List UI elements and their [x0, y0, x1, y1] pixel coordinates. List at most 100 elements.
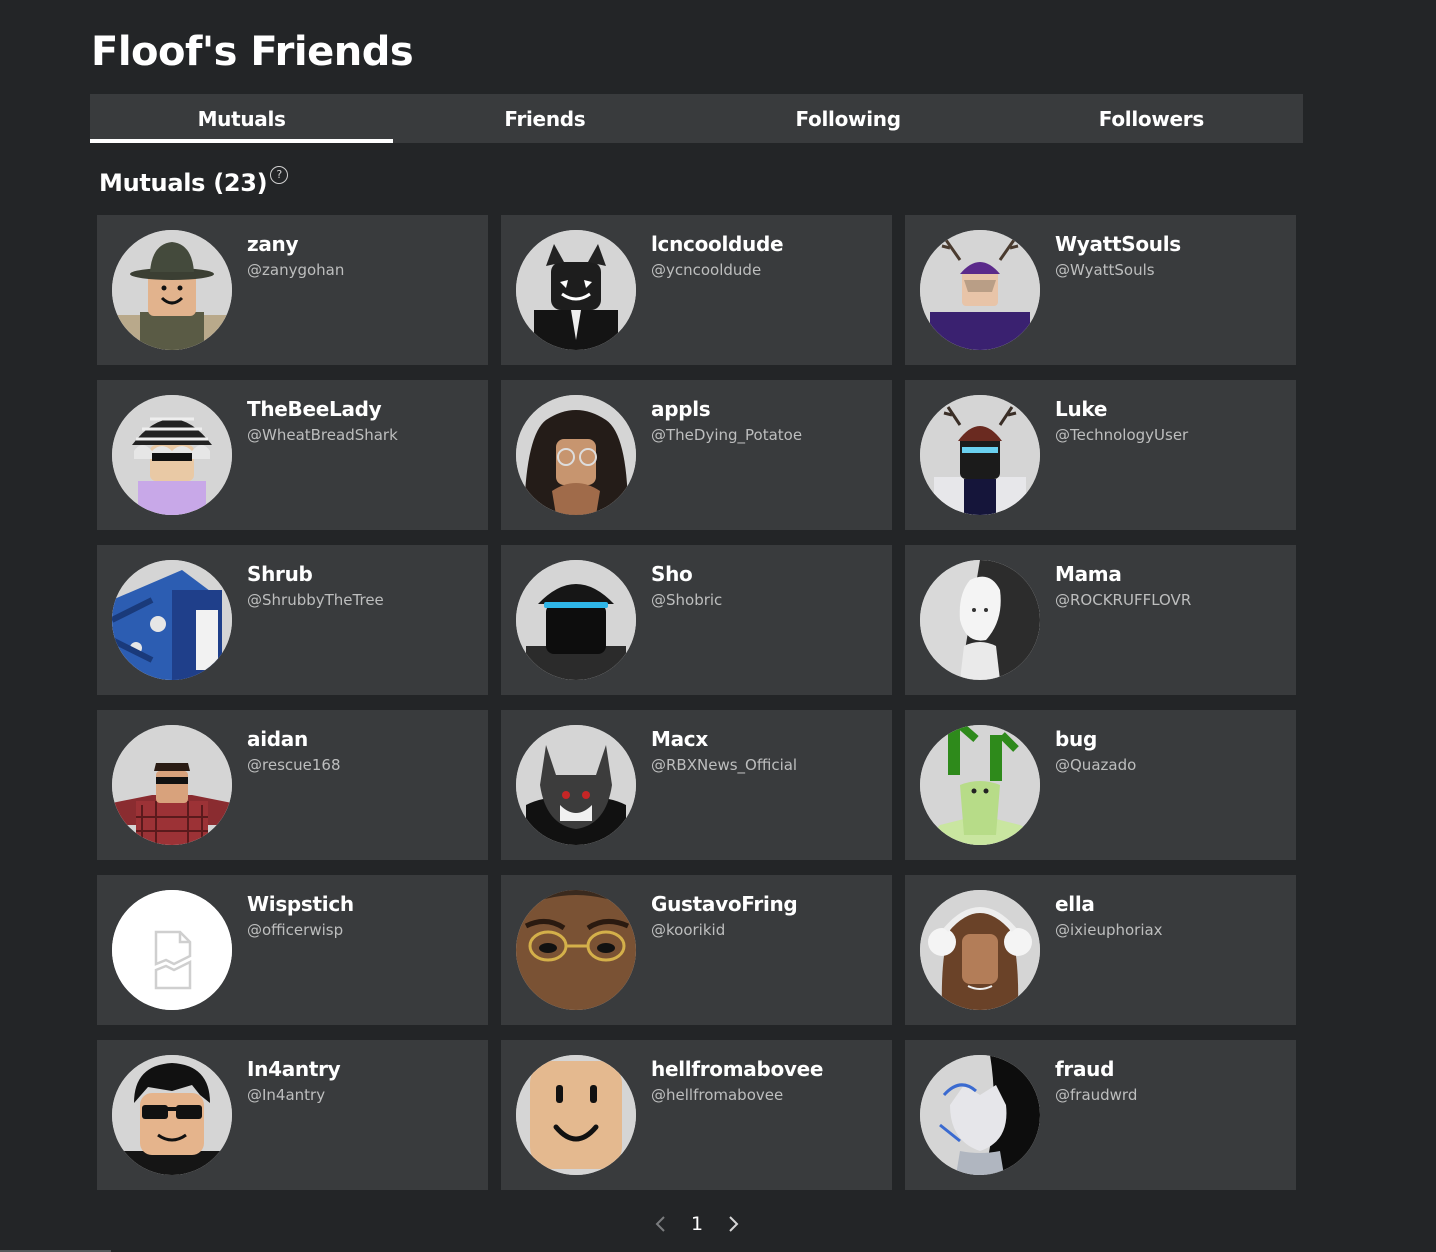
tab-followers[interactable]: Followers	[1000, 94, 1303, 143]
friend-card[interactable]: In4antry @In4antry	[97, 1040, 488, 1190]
avatar[interactable]	[516, 560, 636, 680]
avatar-image	[112, 1055, 232, 1175]
friend-display-name[interactable]: Sho	[651, 561, 693, 587]
avatar[interactable]	[920, 890, 1040, 1010]
friend-display-name[interactable]: ella	[1055, 891, 1095, 917]
friend-display-name[interactable]: Wispstich	[247, 891, 354, 917]
avatar-image	[516, 395, 636, 515]
friend-display-name[interactable]: Luke	[1055, 396, 1107, 422]
avatar[interactable]	[920, 395, 1040, 515]
friend-username: @hellfromabovee	[651, 1086, 784, 1104]
avatar[interactable]	[516, 1055, 636, 1175]
friend-card[interactable]: Sho @Shobric	[501, 545, 892, 695]
friend-username: @zanygohan	[247, 261, 345, 279]
friend-username: @WheatBreadShark	[247, 426, 398, 444]
friend-display-name[interactable]: Shrub	[247, 561, 313, 587]
prev-page-button[interactable]	[650, 1208, 672, 1240]
avatar-image	[920, 395, 1040, 515]
friend-display-name[interactable]: In4antry	[247, 1056, 341, 1082]
avatar[interactable]	[516, 890, 636, 1010]
friend-display-name[interactable]: Macx	[651, 726, 708, 752]
avatar-image	[112, 230, 232, 350]
avatar-image	[516, 890, 636, 1010]
friend-display-name[interactable]: lcncooldude	[651, 231, 784, 257]
friend-username: @Quazado	[1055, 756, 1137, 774]
friend-card[interactable]: Mama @ROCKRUFFLOVR	[905, 545, 1296, 695]
friend-card[interactable]: fraud @fraudwrd	[905, 1040, 1296, 1190]
friends-page: Floof's Friends Mutuals Friends Followin…	[0, 0, 1436, 1252]
avatar-image	[516, 230, 636, 350]
friend-card[interactable]: appls @TheDying_Potatoe	[501, 380, 892, 530]
avatar[interactable]	[112, 395, 232, 515]
avatar[interactable]	[112, 230, 232, 350]
friend-display-name[interactable]: hellfromabovee	[651, 1056, 823, 1082]
friend-card[interactable]: Luke @TechnologyUser	[905, 380, 1296, 530]
next-page-button[interactable]	[722, 1208, 744, 1240]
avatar[interactable]	[516, 230, 636, 350]
avatar-image	[920, 1055, 1040, 1175]
friend-username: @In4antry	[247, 1086, 326, 1104]
avatar-image	[516, 725, 636, 845]
friend-username: @TheDying_Potatoe	[651, 426, 803, 444]
friend-display-name[interactable]: GustavoFring	[651, 891, 798, 917]
friend-card[interactable]: WyattSouls @WyattSouls	[905, 215, 1296, 365]
friend-card[interactable]: Shrub @ShrubbyTheTree	[97, 545, 488, 695]
avatar-image	[112, 395, 232, 515]
avatar-image	[112, 890, 232, 1010]
friend-username: @officerwisp	[247, 921, 344, 939]
avatar-image	[516, 560, 636, 680]
avatar-image	[112, 725, 232, 845]
friend-username: @ixieuphoriax	[1055, 921, 1163, 939]
avatar[interactable]	[112, 560, 232, 680]
friend-card[interactable]: zany @zanygohan	[97, 215, 488, 365]
friend-display-name[interactable]: fraud	[1055, 1056, 1114, 1082]
tab-mutuals[interactable]: Mutuals	[90, 94, 394, 143]
avatar[interactable]	[920, 725, 1040, 845]
friend-display-name[interactable]: TheBeeLady	[247, 396, 382, 422]
friend-username: @ROCKRUFFLOVR	[1055, 591, 1192, 609]
avatar[interactable]	[920, 1055, 1040, 1175]
friend-display-name[interactable]: aidan	[247, 726, 308, 752]
friend-display-name[interactable]: appls	[651, 396, 711, 422]
friend-username: @koorikid	[651, 921, 726, 939]
friend-card[interactable]: Wispstich @officerwisp	[97, 875, 488, 1025]
avatar[interactable]	[516, 395, 636, 515]
avatar[interactable]	[920, 230, 1040, 350]
avatar[interactable]	[112, 1055, 232, 1175]
avatar-image	[112, 560, 232, 680]
friend-display-name[interactable]: WyattSouls	[1055, 231, 1181, 257]
help-icon[interactable]: ?	[270, 166, 289, 184]
friend-username: @RBXNews_Official	[651, 756, 798, 774]
friend-card[interactable]: lcncooldude @ycncooldude	[501, 215, 892, 365]
section-header: Mutuals (23) ?	[99, 165, 289, 201]
avatar-image	[920, 890, 1040, 1010]
friend-display-name[interactable]: bug	[1055, 726, 1097, 752]
tab-friends[interactable]: Friends	[393, 94, 696, 143]
friend-card[interactable]: aidan @rescue168	[97, 710, 488, 860]
avatar-image	[920, 230, 1040, 350]
section-title: Mutuals (23)	[99, 169, 268, 197]
avatar-image	[920, 725, 1040, 845]
friend-username: @ShrubbyTheTree	[247, 591, 384, 609]
avatar-placeholder-icon[interactable]	[112, 890, 232, 1010]
friend-card[interactable]: ella @ixieuphoriax	[905, 875, 1296, 1025]
friend-display-name[interactable]: zany	[247, 231, 299, 257]
friend-card[interactable]: bug @Quazado	[905, 710, 1296, 860]
avatar[interactable]	[516, 725, 636, 845]
avatar[interactable]	[920, 560, 1040, 680]
chevron-left-icon	[655, 1216, 665, 1232]
friend-username: @fraudwrd	[1055, 1086, 1138, 1104]
current-page: 1	[690, 1213, 704, 1235]
friend-card[interactable]: hellfromabovee @hellfromabovee	[501, 1040, 892, 1190]
friends-tabs: Mutuals Friends Following Followers	[90, 94, 1303, 143]
avatar[interactable]	[112, 725, 232, 845]
friend-card[interactable]: Macx @RBXNews_Official	[501, 710, 892, 860]
tab-following[interactable]: Following	[697, 94, 1000, 143]
friend-card[interactable]: GustavoFring @koorikid	[501, 875, 892, 1025]
chevron-right-icon	[729, 1216, 739, 1232]
page-title: Floof's Friends	[91, 29, 414, 75]
friend-username: @rescue168	[247, 756, 341, 774]
friend-username: @WyattSouls	[1055, 261, 1155, 279]
friend-card[interactable]: TheBeeLady @WheatBreadShark	[97, 380, 488, 530]
friend-display-name[interactable]: Mama	[1055, 561, 1122, 587]
